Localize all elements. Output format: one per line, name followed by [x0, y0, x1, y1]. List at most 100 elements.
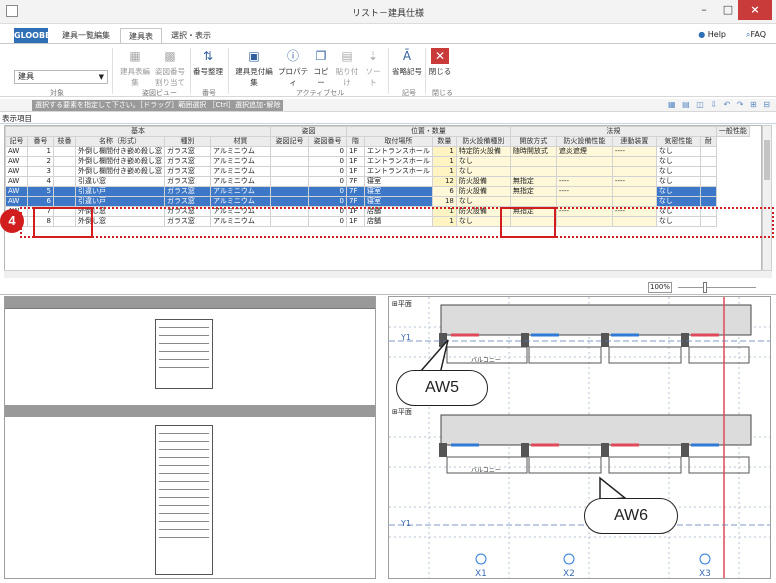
table-cell[interactable]: 0 — [308, 146, 347, 157]
table-cell[interactable]: 2 — [27, 156, 54, 167]
table-cell[interactable]: 12 — [431, 176, 457, 187]
table-cell[interactable]: 外倒し欄間付き嵌め殺し窓 — [75, 146, 165, 157]
table-cell[interactable] — [270, 146, 309, 157]
table-cell[interactable]: 寝室 — [364, 196, 433, 207]
table-row[interactable]: AW 5 引違い戸 ガラス窓 アルミニウム 0 7F 寝室 6 防火設備 無指定 ---- なし — [5, 186, 750, 197]
table-cell[interactable] — [53, 166, 76, 177]
horizontal-scrollbar[interactable] — [4, 270, 772, 278]
column-header[interactable]: 防火設備種別 — [455, 136, 511, 147]
table-cell[interactable]: 外倒し欄間付き嵌め殺し窓 — [75, 166, 165, 177]
table-cell[interactable]: 0 — [308, 156, 347, 167]
table-cell[interactable]: なし — [655, 186, 701, 197]
column-header[interactable]: 階 — [346, 136, 365, 147]
table-cell[interactable]: ---- — [555, 186, 613, 197]
table-cell[interactable] — [270, 196, 309, 207]
table-cell[interactable]: 0 — [308, 166, 347, 177]
scroll-thumb[interactable] — [764, 140, 770, 180]
table-cell[interactable]: 6 — [431, 186, 457, 197]
elevation-thumbnail[interactable] — [155, 425, 213, 575]
table-cell[interactable]: 引違い窓 — [75, 176, 165, 187]
tab-gloobe[interactable]: GLOOBE — [14, 28, 51, 43]
column-header[interactable]: 取付場所 — [364, 136, 433, 147]
table-cell[interactable]: ---- — [611, 146, 657, 157]
table-cell[interactable]: 0 — [308, 196, 347, 207]
table-cell[interactable]: 1 — [431, 146, 457, 157]
ribbon-close-button[interactable]: ✕ 閉じる — [428, 48, 452, 77]
table-cell[interactable]: 引違い戸 — [75, 186, 165, 197]
table-cell[interactable]: なし — [655, 156, 701, 167]
table-cell[interactable]: 1F — [346, 156, 365, 167]
table-cell[interactable]: アルミニウム — [210, 166, 271, 177]
tab-window-schedule[interactable]: 建具表 — [120, 28, 162, 43]
column-header[interactable]: 防火設備性能 — [555, 136, 613, 147]
column-header[interactable]: 姿図番号 — [308, 136, 347, 147]
table-cell[interactable]: AW — [5, 156, 28, 167]
table-cell[interactable]: なし — [655, 176, 701, 187]
table-row[interactable]: AW 4 引違い窓 ガラス窓 アルミニウム 0 7F 寝室 12 防火設備 無指定 ---- ---- な… — [5, 176, 750, 187]
table-cell[interactable]: AW — [5, 166, 28, 177]
table-cell[interactable]: 遮炎遮煙 — [555, 146, 613, 157]
table-cell[interactable] — [555, 196, 613, 207]
table-cell[interactable]: 引違い戸 — [75, 196, 165, 207]
column-header[interactable]: 番号 — [27, 136, 54, 147]
close-window-button[interactable]: × — [738, 0, 772, 20]
table-cell[interactable]: 6 — [27, 196, 54, 207]
table-cell[interactable] — [509, 166, 557, 177]
table-cell[interactable]: 0 — [308, 186, 347, 197]
table-cell[interactable]: なし — [655, 146, 701, 157]
column-header[interactable]: 耐 — [699, 136, 717, 147]
table-cell[interactable]: 18 — [431, 196, 457, 207]
table-cell[interactable] — [699, 186, 717, 197]
table-row[interactable]: AW 6 引違い戸 ガラス窓 アルミニウム 0 7F 寝室 18 なし なし — [5, 196, 750, 207]
table-cell[interactable]: なし — [455, 196, 511, 207]
column-header[interactable]: 開放方式 — [509, 136, 557, 147]
table-cell[interactable]: なし — [655, 196, 701, 207]
column-header[interactable]: 連動装置 — [611, 136, 657, 147]
table-cell[interactable]: 特定防火設備 — [455, 146, 511, 157]
sort-button[interactable]: ⇣ ソート — [362, 48, 384, 88]
table-cell[interactable]: ガラス窓 — [164, 146, 211, 157]
table-cell[interactable] — [53, 146, 76, 157]
column-header[interactable]: 姿図記号 — [270, 136, 309, 147]
grid-tool-icons[interactable]: ▦ ▤ ◫ ⇩ ↶ ↷ ⊞ ⊟ — [668, 100, 772, 109]
table-cell[interactable]: 1F — [346, 146, 365, 157]
table-cell[interactable]: エントランスホール — [364, 156, 433, 167]
table-cell[interactable] — [699, 156, 717, 167]
table-cell[interactable] — [53, 186, 76, 197]
table-cell[interactable]: ---- — [555, 176, 613, 187]
table-cell[interactable]: AW — [5, 196, 28, 207]
table-cell[interactable] — [53, 196, 76, 207]
table-cell[interactable]: なし — [455, 156, 511, 167]
table-cell[interactable]: ガラス窓 — [164, 186, 211, 197]
table-cell[interactable] — [699, 146, 717, 157]
table-cell[interactable]: アルミニウム — [210, 146, 271, 157]
faq-link[interactable]: ⌕FAQ — [746, 30, 766, 40]
tab-select-display[interactable]: 選択・表示 — [166, 28, 216, 43]
table-cell[interactable] — [270, 166, 309, 177]
table-cell[interactable]: 外倒し欄間付き嵌め殺し窓 — [75, 156, 165, 167]
table-cell[interactable]: ガラス窓 — [164, 156, 211, 167]
column-header[interactable]: 枝番 — [53, 136, 76, 147]
display-items-bar[interactable]: 表示項目 — [0, 112, 776, 124]
table-cell[interactable]: 無指定 — [509, 176, 557, 187]
table-cell[interactable]: 7F — [346, 186, 365, 197]
table-cell[interactable] — [270, 186, 309, 197]
table-row[interactable]: AW 3 外倒し欄間付き嵌め殺し窓 ガラス窓 アルミニウム 0 1F エントランスホール 1 なし… — [5, 166, 750, 177]
table-cell[interactable] — [270, 156, 309, 167]
table-cell[interactable]: 5 — [27, 186, 54, 197]
edit-schedule-button[interactable]: ▦ 建具表編集 — [118, 48, 152, 88]
copy-edit-button[interactable]: ▣ 建具見付編集 — [232, 48, 276, 88]
table-cell[interactable]: エントランスホール — [364, 166, 433, 177]
table-cell[interactable]: 防火設備 — [455, 186, 511, 197]
table-cell[interactable]: 防火設備 — [455, 176, 511, 187]
table-cell[interactable]: アルミニウム — [210, 186, 271, 197]
table-cell[interactable]: 1 — [431, 166, 457, 177]
table-cell[interactable]: 4 — [27, 176, 54, 187]
target-combo[interactable]: 建具 ▼ — [14, 70, 108, 84]
copy-button[interactable]: ❐ コピー — [310, 48, 332, 88]
table-cell[interactable]: 1F — [346, 166, 365, 177]
table-cell[interactable] — [509, 196, 557, 207]
table-cell[interactable]: AW — [5, 176, 28, 187]
sort-numbers-button[interactable]: ⇅ 番号整理 — [192, 48, 224, 77]
column-header[interactable]: 材質 — [210, 136, 271, 147]
